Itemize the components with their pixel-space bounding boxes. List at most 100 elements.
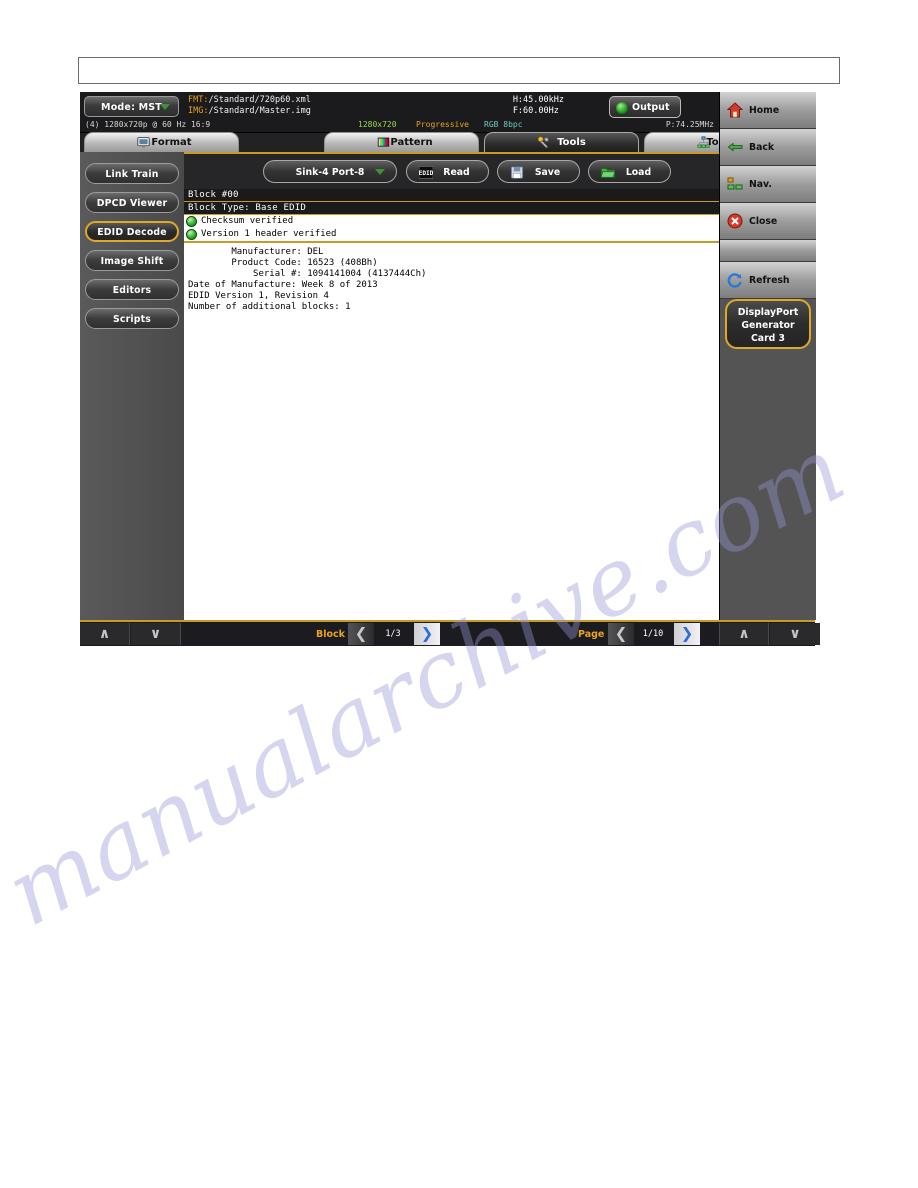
chevron-down-icon: [160, 104, 170, 110]
output-button-label: Output: [632, 102, 670, 113]
edid-toolbar: Sink-4 Port-8 EDID Read Save Load: [184, 154, 719, 191]
nav-refresh-label: Refresh: [749, 275, 790, 286]
read-button[interactable]: EDID Read: [406, 160, 489, 183]
sidebar-item-image-shift[interactable]: Image Shift: [85, 250, 179, 271]
sidebar-item-edid-decode[interactable]: EDID Decode: [85, 221, 179, 242]
save-button[interactable]: Save: [497, 160, 580, 183]
document-header-box: [78, 57, 840, 84]
scroll-down-right-button[interactable]: ∨: [770, 623, 820, 645]
sidebar-item-link-train[interactable]: Link Train: [85, 163, 179, 184]
chevron-left-icon: ❮: [614, 624, 628, 643]
edid-detail-text: Manufacturer: DEL Product Code: 16523 (4…: [188, 247, 427, 312]
monitor-icon: [137, 137, 150, 148]
card-line-3: Card 3: [750, 333, 786, 344]
back-arrow-icon: [727, 142, 743, 152]
status-pixel-clock: P:74.25MHz: [665, 120, 714, 129]
tab-tools-label: Tools: [557, 137, 586, 148]
device-top-bar: Mode: MST FMT:/Standard/720p60.xml IMG:/…: [80, 92, 719, 133]
scroll-down-left-button[interactable]: ∨: [131, 623, 181, 645]
status-resolution: 1280x720: [358, 120, 397, 129]
global-nav-sidebar: Home Back Nav. Close Refresh DisplayPort…: [719, 92, 816, 620]
sitemap-icon: [727, 177, 743, 190]
sidebar-item-scripts-label: Scripts: [112, 314, 151, 325]
scroll-up-right-button[interactable]: ∧: [719, 623, 769, 645]
edid-verification-group: Checksum verified Version 1 header verif…: [184, 215, 719, 243]
device-bottom-bar: ∧ ∨ Block ❮ 1/3 ❯ Page ❮ 1/10 ❯ ∧ ∨: [80, 620, 820, 646]
tools-sidebar: Link Train DPCD Viewer EDID Decode Image…: [80, 152, 186, 620]
frequency-readout: H:45.00kHz F:60.00Hz: [513, 95, 564, 117]
sidebar-item-editors[interactable]: Editors: [85, 279, 179, 300]
block-next-button[interactable]: ❯: [414, 623, 440, 645]
nav-close-button[interactable]: Close: [720, 203, 816, 240]
nav-back-button[interactable]: Back: [720, 129, 816, 166]
tab-pattern[interactable]: Pattern: [324, 132, 479, 152]
sidebar-item-editors-label: Editors: [112, 285, 152, 296]
chevron-down-icon: ∨: [149, 626, 162, 642]
tab-format[interactable]: Format: [84, 132, 239, 152]
chevron-down-icon: ∨: [789, 626, 801, 642]
nav-nav-button[interactable]: Nav.: [720, 166, 816, 203]
status-color-depth: RGB 8bpc: [484, 120, 523, 129]
svg-text:EDID: EDID: [419, 170, 433, 177]
read-button-label: Read: [443, 167, 470, 178]
card-line-1: DisplayPort: [737, 307, 799, 318]
edid-verify-checksum-label: Checksum verified: [201, 216, 294, 226]
page-next-button[interactable]: ❯: [674, 623, 700, 645]
sidebar-item-dpcd-viewer-label: DPCD Viewer: [96, 198, 168, 209]
card-line-2: Generator: [741, 320, 795, 331]
chevron-left-icon: ❮: [354, 624, 368, 643]
edid-verify-checksum: Checksum verified: [184, 215, 719, 228]
edid-block-header: Block #00: [184, 189, 719, 202]
floppy-disk-icon: [510, 166, 524, 179]
status-scan-type: Progressive: [416, 120, 469, 129]
scroll-up-left-button[interactable]: ∧: [80, 623, 130, 645]
wrench-icon: [537, 136, 549, 149]
sidebar-item-scripts[interactable]: Scripts: [85, 308, 179, 329]
load-button[interactable]: Load: [588, 160, 671, 183]
output-status-lamp-icon: [616, 102, 628, 114]
nav-home-button[interactable]: Home: [720, 92, 816, 129]
nav-spacer: [720, 240, 816, 262]
status-ok-icon: [186, 229, 197, 240]
edid-block-type: Block Type: Base EDID: [184, 202, 719, 215]
refresh-icon: [727, 273, 742, 288]
mode-dropdown-button[interactable]: Mode: MST: [84, 96, 179, 117]
mode-dropdown-label: Mode: MST: [101, 102, 162, 113]
chevron-down-icon: [375, 169, 385, 175]
sink-port-label: Sink-4 Port-8: [295, 167, 365, 178]
block-prev-button[interactable]: ❮: [348, 623, 374, 645]
sidebar-item-edid-decode-label: EDID Decode: [97, 227, 167, 238]
chevron-right-icon: ❯: [420, 624, 434, 643]
save-button-label: Save: [534, 167, 561, 178]
block-pager-label: Block: [316, 629, 345, 640]
load-button-label: Load: [625, 167, 652, 178]
format-file-info: FMT:/Standard/720p60.xml IMG:/Standard/M…: [188, 95, 311, 117]
displayport-generator-screen: Mode: MST FMT:/Standard/720p60.xml IMG:/…: [80, 92, 820, 646]
sidebar-item-image-shift-label: Image Shift: [100, 256, 164, 267]
status-resolution-desc: (4) 1280x720p @ 60 Hz 16:9: [85, 120, 211, 129]
card-selector-button[interactable]: DisplayPort Generator Card 3: [725, 299, 811, 349]
edid-chip-icon: EDID: [419, 166, 433, 179]
status-ok-icon: [186, 216, 197, 227]
block-pager-count: 1/3: [385, 629, 401, 639]
sidebar-item-dpcd-viewer[interactable]: DPCD Viewer: [85, 192, 179, 213]
edid-decode-output: Block #00 Block Type: Base EDID Checksum…: [184, 189, 719, 622]
home-icon: [727, 102, 743, 118]
output-button[interactable]: Output: [609, 96, 681, 118]
edid-decode-panel: Sink-4 Port-8 EDID Read Save Load Block …: [184, 152, 719, 622]
nav-close-label: Close: [749, 216, 778, 227]
nav-home-label: Home: [749, 105, 780, 116]
tab-pattern-label: Pattern: [390, 137, 433, 148]
nav-refresh-button[interactable]: Refresh: [720, 262, 816, 299]
video-status-line: (4) 1280x720p @ 60 Hz 16:9 1280x720 Prog…: [80, 119, 719, 131]
chevron-right-icon: ❯: [680, 624, 694, 643]
fmt-value: /Standard/720p60.xml: [208, 95, 311, 105]
sink-port-dropdown[interactable]: Sink-4 Port-8: [263, 160, 397, 183]
main-tab-bar: Format Pattern Tools: [80, 132, 799, 152]
page-prev-button[interactable]: ❮: [608, 623, 634, 645]
tab-format-label: Format: [151, 137, 192, 148]
nav-back-label: Back: [749, 142, 775, 153]
chevron-up-icon: ∧: [738, 626, 750, 642]
tab-tools[interactable]: Tools: [484, 132, 639, 152]
chevron-up-icon: ∧: [98, 626, 111, 642]
